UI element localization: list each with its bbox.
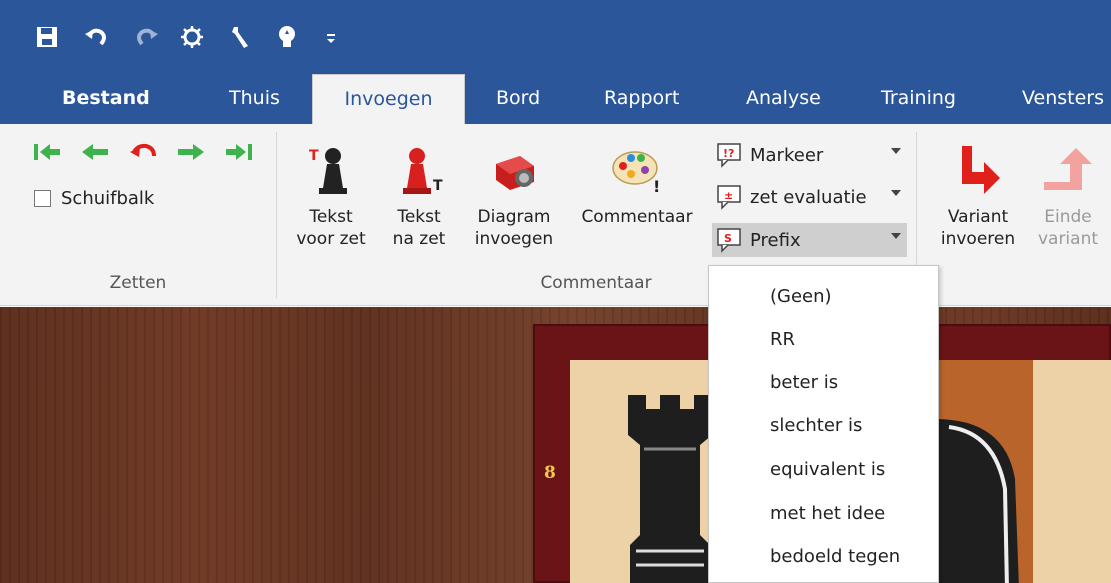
tools-icon[interactable] (228, 24, 254, 50)
svg-text:S: S (724, 232, 732, 245)
quick-access-toolbar (0, 0, 1111, 72)
black-rook-icon[interactable] (620, 395, 720, 583)
group-label-zetten: Zetten (109, 273, 167, 293)
enter-variation-button[interactable]: Variant invoeren (932, 142, 1024, 250)
board-background: 8 (0, 307, 1111, 583)
tab-training[interactable]: Training (881, 85, 956, 124)
ribbon-tabs: Bestand Thuis Invoegen Bord Rapport Anal… (0, 72, 1111, 124)
text-after-label-1: Tekst (397, 207, 441, 227)
svg-text:±: ± (724, 189, 733, 202)
tab-analyse[interactable]: Analyse (746, 85, 821, 124)
commentary-button[interactable]: ! Commentaar (574, 142, 700, 228)
menu-item-beter-is[interactable]: beter is (770, 372, 838, 393)
end-variation-arrow-icon (1044, 148, 1092, 190)
insert-diagram-label-1: Diagram (477, 207, 551, 227)
chevron-down-icon (891, 233, 901, 239)
customize-qat-icon[interactable] (318, 24, 344, 50)
engine-icon[interactable] (179, 24, 205, 50)
chevron-down-icon (891, 190, 901, 196)
tab-invoegen[interactable]: Invoegen (312, 74, 465, 124)
schuifbalk-label: Schuifbalk (61, 188, 155, 209)
schuifbalk-checkbox[interactable]: Schuifbalk (34, 188, 154, 209)
text-before-label-1: Tekst (309, 207, 353, 227)
insert-diagram-label-2: invoegen (474, 229, 554, 249)
tab-vensters[interactable]: Vensters (1022, 85, 1104, 124)
redo-icon[interactable] (134, 24, 160, 50)
text-before-move-button[interactable]: T Tekst voor zet (294, 142, 368, 250)
prefix-label: Prefix (750, 229, 801, 251)
save-icon[interactable] (34, 24, 60, 50)
chevron-down-icon (891, 148, 901, 154)
svg-text:T: T (309, 148, 319, 164)
markeer-label: Markeer (750, 144, 824, 166)
svg-text:!: ! (653, 177, 660, 196)
mark-comment-icon: !? (717, 143, 741, 168)
prefix-button[interactable]: S Prefix (712, 223, 907, 257)
menu-item-geen[interactable]: (Geen) (770, 286, 832, 307)
prefix-dropdown-menu: (Geen) RR beter is slechter is equivalen… (708, 265, 939, 583)
previous-move-icon[interactable] (80, 140, 110, 169)
tab-bord[interactable]: Bord (496, 85, 540, 124)
end-variation-label-1: Einde (1044, 207, 1092, 227)
checkbox-box[interactable] (34, 190, 51, 207)
svg-text:!?: !? (723, 147, 734, 160)
commentary-label: Commentaar (581, 207, 693, 227)
palette-icon: ! (612, 151, 660, 196)
variation-arrow-icon (962, 146, 1000, 194)
text-before-label-2: voor zet (296, 229, 366, 249)
menu-item-equivalent-is[interactable]: equivalent is (770, 459, 885, 480)
rank-label: 8 (544, 463, 556, 483)
tab-rapport[interactable]: Rapport (604, 85, 679, 124)
insert-diagram-button[interactable]: Diagram invoegen (466, 142, 562, 250)
enter-variation-label-1: Variant (947, 207, 1009, 227)
black-piece-icon[interactable] (935, 419, 1019, 583)
diagram-icon (496, 156, 534, 190)
menu-item-bedoeld-tegen[interactable]: bedoeld tegen (770, 546, 900, 567)
pawn-text-before-icon: T (309, 148, 347, 194)
svg-text:T: T (433, 178, 443, 194)
text-after-move-button[interactable]: T Tekst na zet (386, 142, 452, 250)
bulb-icon[interactable] (274, 24, 300, 50)
tab-bestand[interactable]: Bestand (62, 85, 150, 124)
pawn-text-after-icon: T (403, 148, 443, 194)
prefix-comment-icon: S (717, 228, 741, 253)
menu-item-rr[interactable]: RR (770, 329, 795, 350)
take-back-icon[interactable] (128, 140, 158, 169)
markeer-button[interactable]: !? Markeer (712, 138, 907, 172)
enter-variation-label-2: invoeren (940, 229, 1016, 249)
ribbon-panel: Schuifbalk Zetten T Tekst voor zet T Tek… (0, 124, 1111, 306)
tab-thuis[interactable]: Thuis (229, 85, 280, 124)
first-move-icon[interactable] (32, 140, 62, 169)
zet-evaluatie-button[interactable]: ± zet evaluatie (712, 180, 907, 214)
text-after-label-2: na zet (392, 229, 446, 249)
end-variation-button[interactable]: Einde variant (1030, 142, 1106, 250)
next-move-icon[interactable] (176, 140, 206, 169)
menu-item-met-het-idee[interactable]: met het idee (770, 503, 885, 524)
menu-item-slechter-is[interactable]: slechter is (770, 415, 862, 436)
board-square[interactable] (1033, 360, 1111, 583)
last-move-icon[interactable] (224, 140, 254, 169)
undo-icon[interactable] (83, 24, 109, 50)
evaluation-comment-icon: ± (717, 185, 741, 210)
zet-evaluatie-label: zet evaluatie (750, 186, 867, 208)
end-variation-label-2: variant (1037, 229, 1099, 249)
